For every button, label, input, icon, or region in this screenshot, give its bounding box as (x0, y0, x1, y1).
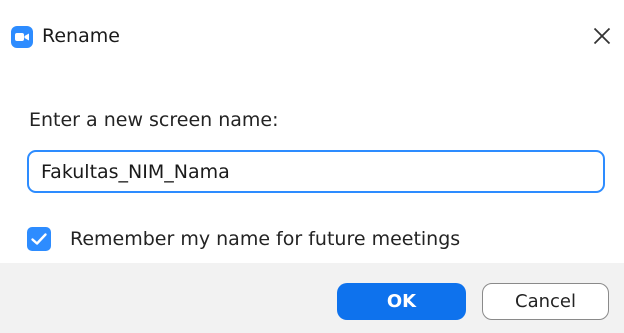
remember-name-row[interactable]: Remember my name for future meetings (27, 224, 460, 254)
remember-name-checkbox[interactable] (27, 227, 51, 251)
cancel-button[interactable]: Cancel (482, 283, 609, 320)
screen-name-label: Enter a new screen name: (29, 109, 279, 131)
close-button[interactable] (584, 19, 620, 53)
title-bar: Rename (0, 0, 624, 70)
dialog-footer: OK Cancel (0, 263, 624, 333)
close-icon (593, 27, 611, 45)
remember-name-label: Remember my name for future meetings (70, 228, 461, 250)
zoom-camera-icon (11, 26, 33, 48)
rename-dialog: Rename Enter a new screen name: Remember… (0, 0, 624, 333)
checkmark-icon (31, 233, 47, 245)
ok-button[interactable]: OK (337, 283, 466, 320)
screen-name-input[interactable] (27, 150, 605, 193)
dialog-title: Rename (42, 25, 120, 47)
